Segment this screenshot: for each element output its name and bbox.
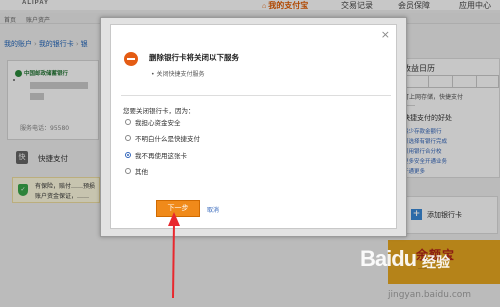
next-step-button[interactable]: 下一步	[156, 200, 200, 217]
cancel-link[interactable]: 取消	[207, 205, 219, 214]
delete-card-dialog: × 删除银行卡将关闭以下服务 • 关闭快捷支付服务 您要关闭银行卡，因为： 我担…	[100, 17, 407, 237]
divider	[121, 95, 391, 96]
radio-button[interactable]	[125, 119, 131, 125]
radio-button[interactable]	[125, 135, 131, 141]
watermark-url: jingyan.baidu.com	[388, 290, 472, 300]
reason-option-no-longer-use[interactable]: 我不再使用这张卡	[125, 150, 187, 160]
close-icon[interactable]: ×	[381, 29, 390, 40]
radio-button-selected[interactable]	[125, 152, 131, 158]
dialog-body: × 删除银行卡将关闭以下服务 • 关闭快捷支付服务 您要关闭银行卡，因为： 我担…	[110, 24, 397, 229]
dialog-service-item: • 关闭快捷支付服务	[151, 71, 205, 78]
dialog-title: 删除银行卡将关闭以下服务	[149, 53, 239, 62]
radio-button[interactable]	[125, 168, 131, 174]
watermark-tag: 经验	[422, 254, 450, 270]
reason-option-other[interactable]: 其他	[125, 166, 148, 176]
minus-warning-icon	[124, 52, 138, 66]
reason-option-security[interactable]: 我担心资金安全	[125, 117, 181, 127]
reason-option-unclear[interactable]: 不明白什么是快捷支付	[125, 133, 200, 143]
baidu-watermark: Baidu	[360, 246, 417, 271]
reason-prompt: 您要关闭银行卡，因为：	[123, 107, 195, 115]
